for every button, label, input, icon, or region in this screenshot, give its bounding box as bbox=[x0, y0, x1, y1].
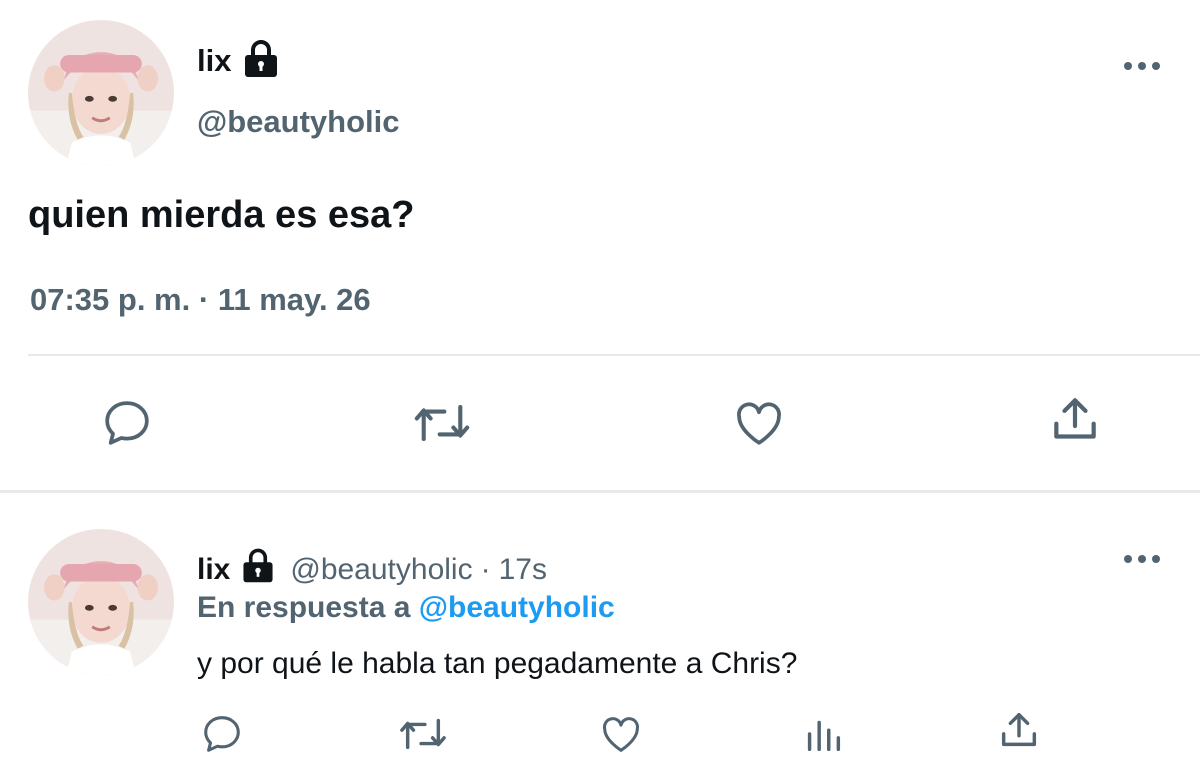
display-name[interactable]: lix bbox=[197, 41, 231, 81]
retweet-button[interactable] bbox=[408, 394, 476, 456]
reply-tweet[interactable]: lix @beautyholic · 17s En respuesta a @b… bbox=[0, 493, 1200, 775]
tweet-text: quien mierda es esa? bbox=[28, 194, 415, 236]
main-tweet: lix @beautyholic quien mierda es esa? 07… bbox=[0, 0, 1200, 490]
handle[interactable]: @beautyholic bbox=[197, 102, 399, 142]
avatar-image bbox=[28, 20, 174, 166]
more-icon[interactable] bbox=[1122, 58, 1162, 79]
reply-icon bbox=[199, 711, 245, 762]
author-name-row: lix bbox=[197, 36, 283, 85]
lock-icon bbox=[239, 36, 283, 85]
separator: · bbox=[480, 553, 491, 586]
reply-button[interactable] bbox=[197, 711, 247, 761]
reply-button[interactable] bbox=[96, 394, 158, 456]
avatar[interactable] bbox=[28, 20, 174, 166]
divider bbox=[28, 354, 1200, 356]
more-icon[interactable] bbox=[1122, 551, 1162, 572]
reply-header: lix @beautyholic · 17s bbox=[197, 545, 547, 595]
timestamp[interactable]: 17s bbox=[499, 551, 547, 589]
separator: · bbox=[190, 282, 218, 317]
avatar[interactable] bbox=[28, 529, 174, 675]
avatar-image bbox=[28, 529, 174, 675]
like-icon bbox=[598, 711, 644, 762]
tweet-timestamp[interactable]: 07:35 p. m. · 11 may. 26 bbox=[30, 280, 371, 320]
time: 07:35 p. m. bbox=[30, 282, 191, 317]
like-button[interactable] bbox=[728, 394, 790, 456]
like-button[interactable] bbox=[596, 711, 646, 761]
share-icon bbox=[996, 707, 1042, 758]
retweet-icon bbox=[410, 395, 474, 456]
share-button[interactable] bbox=[1044, 390, 1106, 452]
tweet-text: y por qué le habla tan pegadamente a Chr… bbox=[197, 647, 798, 680]
replying-to-label: En respuesta a bbox=[197, 591, 419, 624]
display-name[interactable]: lix bbox=[197, 550, 230, 590]
retweet-button[interactable] bbox=[395, 711, 451, 761]
mention-link[interactable]: @beautyholic bbox=[419, 591, 615, 624]
stats-icon bbox=[800, 711, 846, 762]
lock-icon bbox=[238, 545, 278, 595]
share-icon bbox=[1047, 391, 1103, 452]
analytics-button[interactable] bbox=[798, 711, 848, 761]
handle[interactable]: @beautyholic bbox=[290, 551, 472, 589]
replying-to: En respuesta a @beautyholic bbox=[197, 589, 615, 627]
share-button[interactable] bbox=[994, 707, 1044, 757]
date: 11 may. 26 bbox=[217, 282, 371, 317]
tweet-detail-page: lix @beautyholic quien mierda es esa? 07… bbox=[0, 0, 1200, 775]
retweet-icon bbox=[396, 711, 450, 762]
reply-icon bbox=[99, 395, 155, 456]
like-icon bbox=[731, 395, 787, 456]
